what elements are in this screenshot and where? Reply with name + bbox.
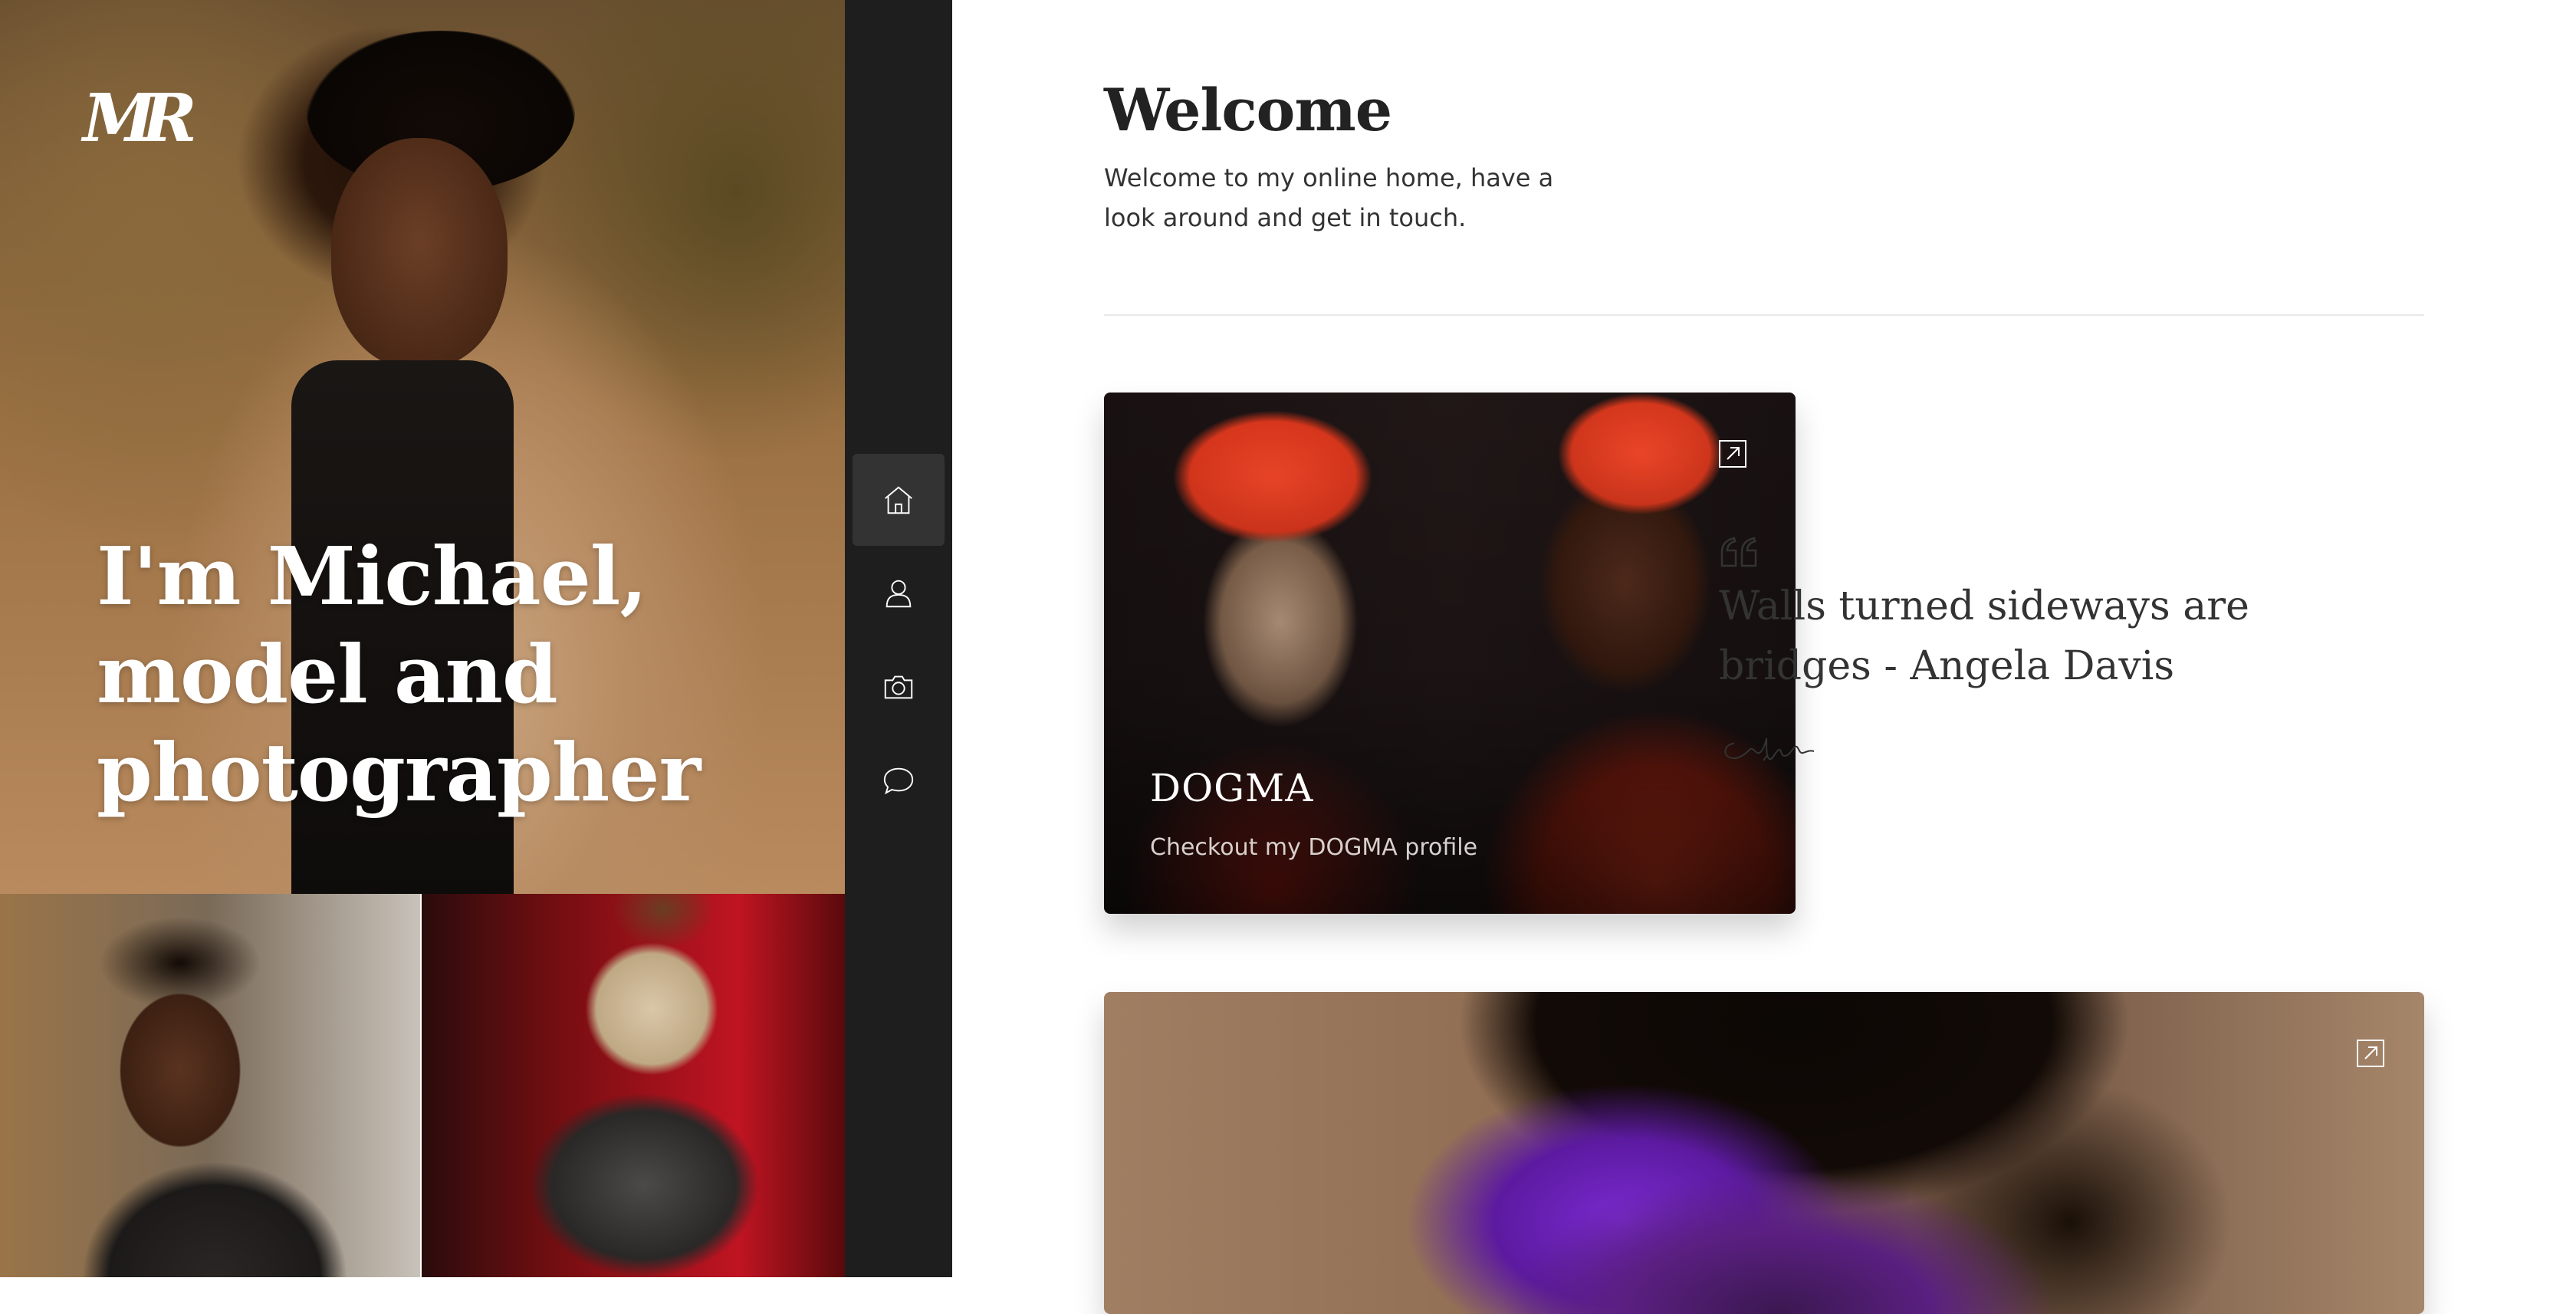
user-icon: [886, 580, 912, 608]
dogma-card-title: DOGMA: [1150, 766, 1314, 810]
home-icon: [885, 486, 912, 514]
nav-item-home[interactable]: [853, 454, 945, 546]
main-content: Welcome Welcome to my online home, have …: [952, 0, 2576, 1314]
welcome-text: Welcome to my online home, have a look a…: [1104, 163, 1554, 232]
chat-icon: [883, 767, 914, 795]
external-link-icon[interactable]: [2355, 1038, 2386, 1069]
site-logo[interactable]: MR: [83, 77, 197, 161]
signature: [1724, 737, 1815, 761]
quote-text: Walls turned sideways are bridges - Ange…: [1719, 583, 2249, 689]
page-title: Welcome: [1104, 76, 1392, 144]
portrait-card[interactable]: [1104, 992, 2424, 1314]
dogma-card[interactable]: DOGMA Checkout my DOGMA profile: [1104, 393, 1796, 914]
hero-face: [331, 138, 508, 368]
nav-item-about[interactable]: [853, 547, 945, 639]
hero-title: I'm Michael, model and photographer: [97, 529, 701, 820]
hero-photo: MR I'm Michael, model and photographer: [0, 0, 845, 894]
gallery-thumb-2[interactable]: [422, 894, 845, 1277]
camera-icon: [884, 675, 913, 699]
gallery-thumb-1[interactable]: [0, 894, 420, 1277]
nav-item-contact[interactable]: [853, 734, 945, 826]
quote-icon: [1720, 537, 1757, 567]
nav-item-portfolio[interactable]: [853, 641, 945, 733]
external-link-icon[interactable]: [1717, 439, 1748, 469]
nav-rail: [845, 0, 952, 1277]
divider: [1104, 314, 2424, 316]
dogma-card-subtitle: Checkout my DOGMA profile: [1150, 834, 1478, 861]
